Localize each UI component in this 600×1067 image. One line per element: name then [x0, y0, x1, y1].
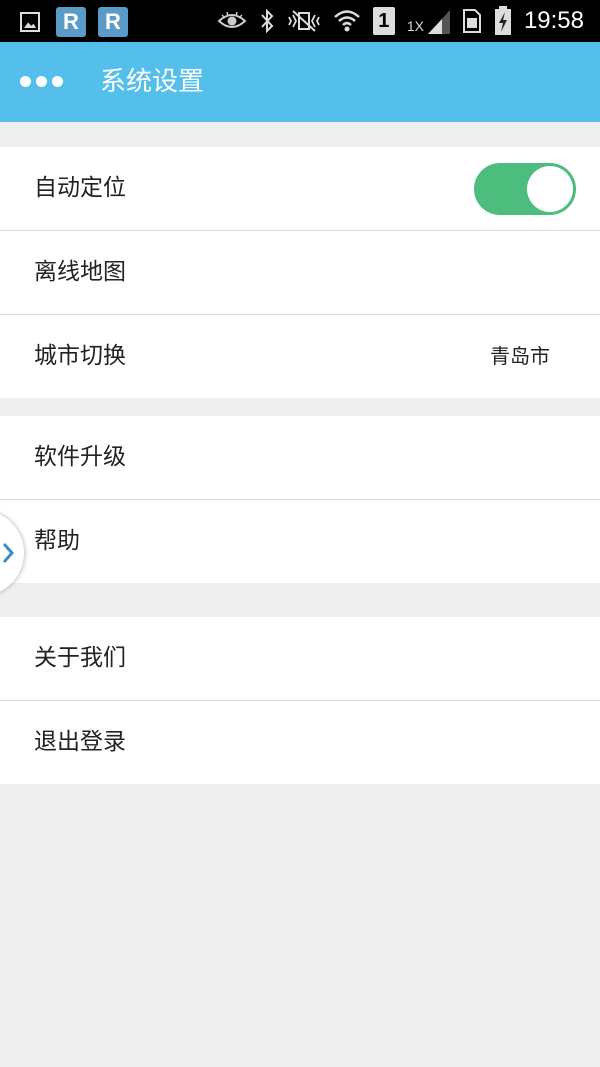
setting-label: 帮助 — [34, 528, 80, 554]
dot — [52, 76, 63, 87]
auto-location-toggle[interactable] — [474, 163, 576, 215]
battery-charging-icon — [494, 6, 512, 36]
settings-group-location: 自动定位 离线地图 城市切换 青岛市 — [0, 147, 600, 398]
settings-group-account: 关于我们 退出登录 — [0, 617, 600, 784]
r-app-icon: R — [56, 7, 86, 37]
setting-row-auto-location[interactable]: 自动定位 — [0, 147, 600, 231]
setting-label: 离线地图 — [34, 259, 126, 285]
setting-label: 退出登录 — [34, 729, 126, 755]
page-title: 系统设置 — [100, 67, 205, 97]
toggle-knob — [527, 166, 573, 212]
current-city-value: 青岛市 — [490, 344, 550, 368]
status-bar-system: 1 1X 19:58 — [205, 4, 584, 38]
setting-row-software-update[interactable]: 软件升级 — [0, 416, 600, 500]
setting-label: 软件升级 — [34, 444, 126, 470]
sim-card-icon — [462, 8, 482, 34]
sim-icon: 1 — [372, 7, 395, 35]
gallery-icon — [20, 12, 40, 32]
setting-label: 城市切换 — [34, 343, 126, 369]
status-bar-notifications: R R — [20, 7, 140, 37]
setting-row-offline-map[interactable]: 离线地图 — [0, 231, 600, 315]
wifi-icon — [333, 8, 361, 34]
mute-vibrate-icon — [287, 9, 321, 33]
setting-row-about-us[interactable]: 关于我们 — [0, 617, 600, 701]
setting-label: 关于我们 — [34, 645, 126, 671]
dot — [20, 76, 31, 87]
r-app-icon: R — [98, 7, 128, 37]
dot — [36, 76, 47, 87]
title-bar: 系统设置 — [0, 42, 600, 122]
chevron-right-icon — [2, 543, 14, 563]
settings-group-software: 软件升级 帮助 — [0, 416, 600, 583]
setting-row-help[interactable]: 帮助 — [0, 500, 600, 583]
setting-row-logout[interactable]: 退出登录 — [0, 701, 600, 784]
more-dots-icon[interactable] — [20, 76, 68, 87]
network-type-label: 1X — [406, 18, 424, 34]
setting-row-city-switch[interactable]: 城市切换 青岛市 — [0, 315, 600, 398]
status-bar: R R 1 1X 19:58 — [0, 0, 600, 42]
bluetooth-icon — [259, 8, 275, 34]
signal-icon: 1X — [407, 8, 450, 34]
status-time: 19:58 — [523, 7, 584, 34]
setting-label: 自动定位 — [34, 175, 126, 201]
eye-icon — [217, 11, 247, 31]
